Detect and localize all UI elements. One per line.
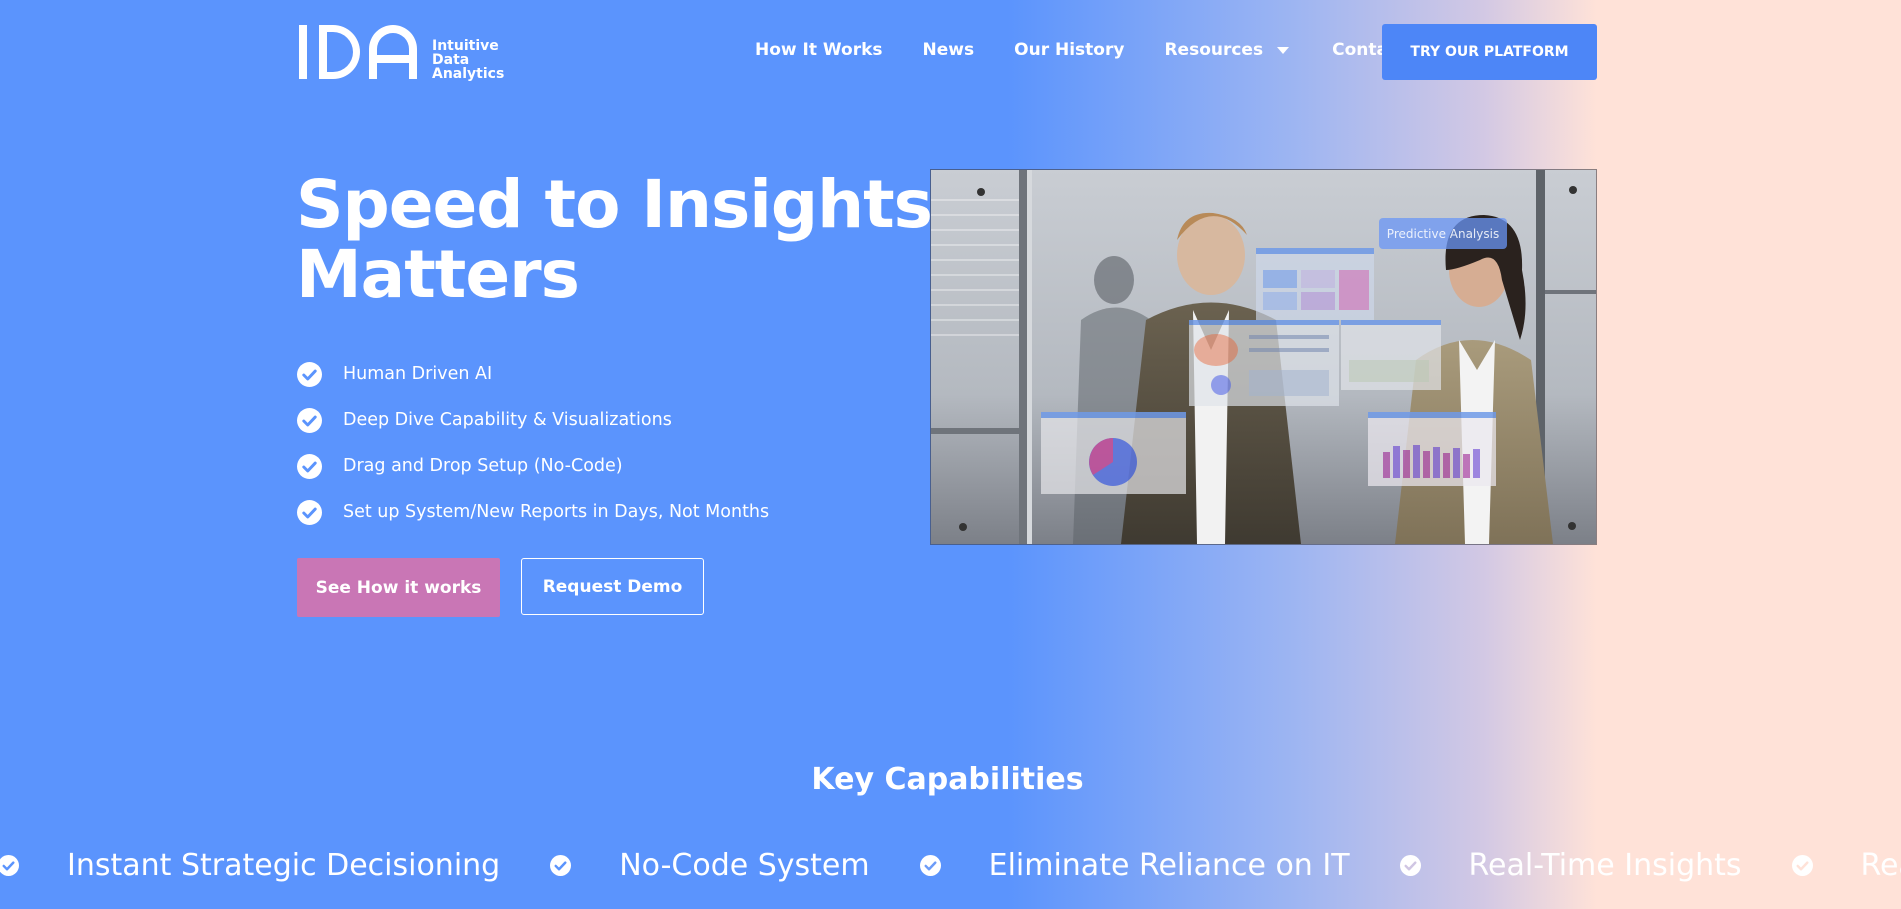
check-circle-icon xyxy=(550,854,572,876)
ticker-label: No-Code System xyxy=(619,847,870,883)
key-capabilities-title: Key Capabilities xyxy=(811,762,1084,797)
site-logo[interactable]: Intuitive Data Analytics xyxy=(297,21,504,83)
check-circle-icon xyxy=(1791,854,1813,876)
ticker-item: Real-Time Insights xyxy=(1791,847,1901,883)
nav-resources[interactable]: Resources xyxy=(1164,40,1290,60)
hero-title: Speed to Insights Matters xyxy=(296,166,933,313)
try-platform-button[interactable]: TRY OUR PLATFORM xyxy=(1382,24,1597,80)
nav-our-history[interactable]: Our History xyxy=(1014,40,1124,60)
feature-item: Set up System/New Reports in Days, Not M… xyxy=(297,489,769,535)
feature-list: Human Driven AI Deep Dive Capability & V… xyxy=(297,351,769,535)
check-circle-icon xyxy=(297,361,322,387)
brand-name-line: Data xyxy=(432,52,470,68)
nav-how-it-works[interactable]: How It Works xyxy=(755,40,883,60)
see-how-it-works-button[interactable]: See How it works xyxy=(297,558,500,617)
feature-text: Human Driven AI xyxy=(343,364,493,384)
hero-video[interactable]: Predictive Analysis xyxy=(931,170,1596,544)
check-circle-icon xyxy=(297,499,322,525)
check-circle-icon xyxy=(1399,854,1421,876)
brand-name-line: Analytics xyxy=(432,66,505,82)
feature-text: Drag and Drop Setup (No-Code) xyxy=(343,456,623,476)
ida-logo-icon xyxy=(299,25,417,79)
feature-text: Set up System/New Reports in Days, Not M… xyxy=(343,502,770,522)
ticker-track: Instant Strategic Decisioning No-Code Sy… xyxy=(0,840,1901,890)
brand-name: Intuitive Data Analytics xyxy=(432,39,504,81)
capabilities-ticker: Instant Strategic Decisioning No-Code Sy… xyxy=(0,840,1901,890)
feature-text: Deep Dive Capability & Visualizations xyxy=(343,410,672,430)
caret-down-icon[interactable] xyxy=(1277,46,1290,54)
nav-news[interactable]: News xyxy=(923,40,975,60)
hero-title-line: Matters xyxy=(296,236,580,313)
ticker-label: Instant Strategic Decisioning xyxy=(67,847,501,883)
ticker-label: Eliminate Reliance on IT xyxy=(988,847,1350,883)
feature-item: Human Driven AI xyxy=(297,351,769,397)
ticker-item: Eliminate Reliance on IT xyxy=(919,847,1400,883)
ticker-item: Instant Strategic Decisioning xyxy=(0,848,550,883)
main-nav: How It Works News Our History Resources … xyxy=(755,40,1406,60)
nav-resources-label: Resources xyxy=(1164,40,1264,60)
check-circle-icon xyxy=(0,854,19,876)
feature-item: Drag and Drop Setup (No-Code) xyxy=(297,443,769,489)
brand-name-line: Intuitive xyxy=(432,38,499,54)
ticker-item: Real-Time Insights xyxy=(1399,847,1792,883)
ticker-label: Real-Time Insights xyxy=(1860,847,1901,883)
ticker-label: Real-Time Insights xyxy=(1468,847,1742,883)
request-demo-button[interactable]: Request Demo xyxy=(521,558,704,615)
check-circle-icon xyxy=(919,854,941,876)
feature-item: Deep Dive Capability & Visualizations xyxy=(297,397,769,443)
predictive-analysis-chip: Predictive Analysis xyxy=(1379,218,1507,249)
check-circle-icon xyxy=(297,453,322,479)
ticker-item: No-Code System xyxy=(550,848,919,883)
check-circle-icon xyxy=(297,407,322,433)
hero-title-line: Speed to Insights xyxy=(296,166,933,243)
